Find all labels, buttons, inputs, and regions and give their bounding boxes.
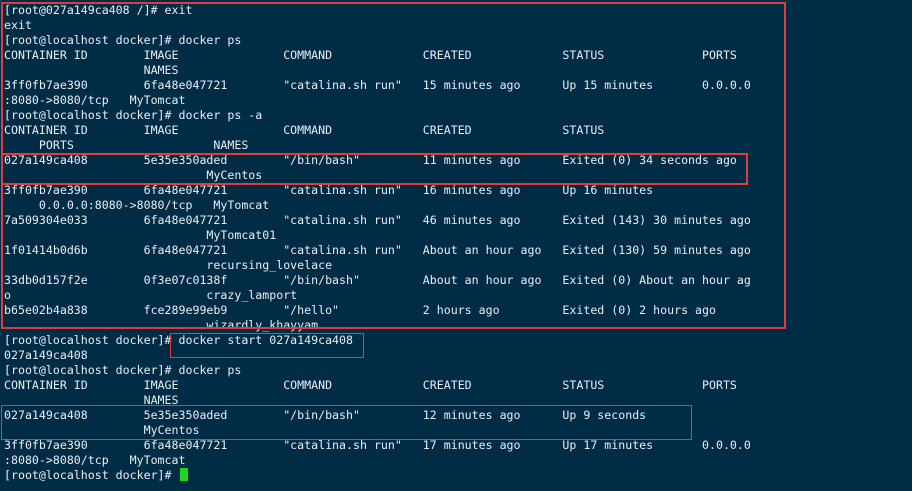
terminal-line: [root@027a149ca408 /]# exit bbox=[4, 3, 193, 17]
terminal-line: [root@localhost docker]# docker ps bbox=[4, 33, 242, 47]
terminal-prompt-line[interactable]: [root@localhost docker]# bbox=[4, 468, 188, 483]
terminal-line: CONTAINER ID IMAGE COMMAND CREATED STATU… bbox=[4, 123, 605, 137]
command-prompt: [root@localhost docker]# bbox=[4, 468, 179, 482]
terminal-line: NAMES bbox=[4, 393, 179, 407]
terminal-line: MyCentos bbox=[4, 423, 200, 437]
terminal-line: [root@localhost docker]# docker ps bbox=[4, 363, 242, 377]
terminal-line: [root@localhost docker]# docker ps -a bbox=[4, 108, 263, 122]
terminal-line: MyTomcat01 bbox=[4, 228, 277, 242]
terminal-line: 3ff0fb7ae390 6fa48e047721 "catalina.sh r… bbox=[4, 78, 751, 92]
terminal-line: wizardly_khayyam bbox=[4, 318, 319, 332]
terminal-line: NAMES bbox=[4, 63, 179, 77]
terminal-line: :8080->8080/tcp MyTomcat bbox=[4, 453, 186, 467]
terminal-line: :8080->8080/tcp MyTomcat bbox=[4, 93, 186, 107]
terminal-line: CONTAINER ID IMAGE COMMAND CREATED STATU… bbox=[4, 378, 737, 392]
terminal-line: [root@localhost docker]# docker start 02… bbox=[4, 333, 354, 347]
terminal-line: 027a149ca408 bbox=[4, 348, 88, 362]
terminal-line: exit bbox=[4, 18, 32, 32]
terminal-line: o crazy_lamport bbox=[4, 288, 298, 302]
terminal-line: 3ff0fb7ae390 6fa48e047721 "catalina.sh r… bbox=[4, 438, 751, 452]
text-cursor bbox=[179, 468, 188, 481]
terminal-line: b65e02b4a838 fce289e99eb9 "/hello" 2 hou… bbox=[4, 303, 716, 317]
terminal-line: MyCentos bbox=[4, 168, 263, 182]
terminal-line: 027a149ca408 5e35e350aded "/bin/bash" 12… bbox=[4, 408, 647, 422]
terminal-line: 0.0.0.0:8080->8080/tcp MyTomcat bbox=[4, 198, 270, 212]
terminal-line: 33db0d157f2e 0f3e07c0138f "/bin/bash" Ab… bbox=[4, 273, 751, 287]
terminal-window[interactable]: [root@027a149ca408 /]# exit exit [root@l… bbox=[0, 0, 912, 491]
terminal-line: 027a149ca408 5e35e350aded "/bin/bash" 11… bbox=[4, 153, 737, 167]
terminal-line: recursing_lovelace bbox=[4, 258, 333, 272]
terminal-line: CONTAINER ID IMAGE COMMAND CREATED STATU… bbox=[4, 48, 737, 62]
terminal-line: 7a509304e033 6fa48e047721 "catalina.sh r… bbox=[4, 213, 751, 227]
terminal-line: 3ff0fb7ae390 6fa48e047721 "catalina.sh r… bbox=[4, 183, 654, 197]
terminal-line: 1f01414b0d6b 6fa48e047721 "catalina.sh r… bbox=[4, 243, 751, 257]
terminal-line: PORTS NAMES bbox=[4, 138, 249, 152]
